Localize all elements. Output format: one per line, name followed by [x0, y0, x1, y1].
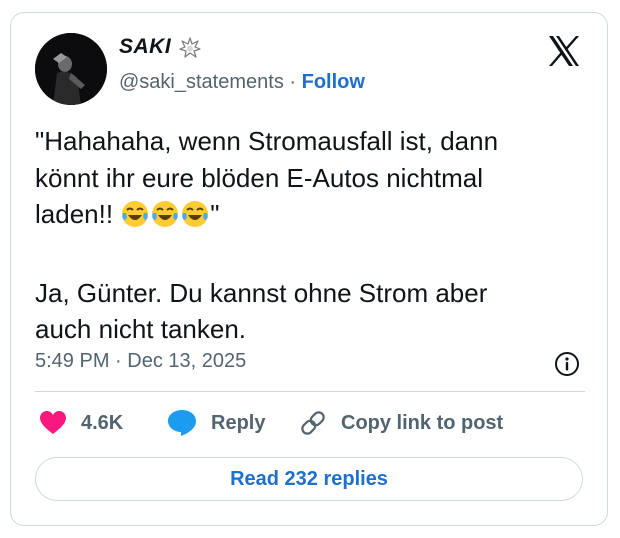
copy-link-label: Copy link to post — [341, 411, 504, 434]
reply-bubble-icon — [168, 410, 196, 436]
divider — [35, 391, 585, 392]
heart-icon — [40, 411, 66, 434]
x-logo-icon[interactable] — [547, 35, 581, 67]
face-with-tears-of-joy-icon — [150, 199, 180, 239]
tweet-card: SAKI @saki_statements · Follow "Hahahaha… — [10, 12, 608, 526]
face-with-tears-of-joy-icon — [180, 199, 210, 239]
read-replies-button[interactable]: Read 232 replies — [35, 457, 583, 501]
handle-separator: · — [289, 71, 297, 93]
avatar[interactable] — [35, 33, 107, 105]
like-count: 4.6K — [81, 411, 124, 434]
anger-burst-icon — [179, 37, 201, 58]
tweet-timestamp[interactable]: 5:49 PM · Dec 13, 2025 — [35, 350, 246, 373]
author-handle-row: @saki_statements · Follow — [119, 71, 365, 94]
follow-button[interactable]: Follow — [302, 71, 365, 93]
copy-link-button[interactable]: Copy link to post — [299, 409, 503, 437]
tweet-line: Ja, Günter. Du kannst ohne Strom aber — [35, 277, 488, 308]
face-with-tears-of-joy-icon — [120, 199, 150, 239]
tweet-text: "Hahahaha, wenn Stromausfall ist, dann k… — [35, 123, 595, 348]
like-button[interactable]: 4.6K — [39, 409, 123, 437]
tweet-line: auch nicht tanken. — [35, 314, 247, 344]
reply-button[interactable]: Reply — [167, 409, 265, 437]
tweet-line: könnt ihr eure blöden E-Autos nichtmal — [35, 162, 484, 193]
author-handle[interactable]: @saki_statements — [119, 71, 284, 93]
reply-label: Reply — [211, 411, 266, 434]
info-icon[interactable] — [554, 351, 580, 377]
author-display-name[interactable]: SAKI — [119, 35, 171, 59]
link-icon — [301, 411, 325, 435]
tweet-line: laden!! " — [35, 196, 595, 239]
tweet-line: "Hahahaha, wenn Stromausfall ist, dann — [35, 126, 499, 156]
avatar-portrait-icon — [35, 33, 107, 105]
